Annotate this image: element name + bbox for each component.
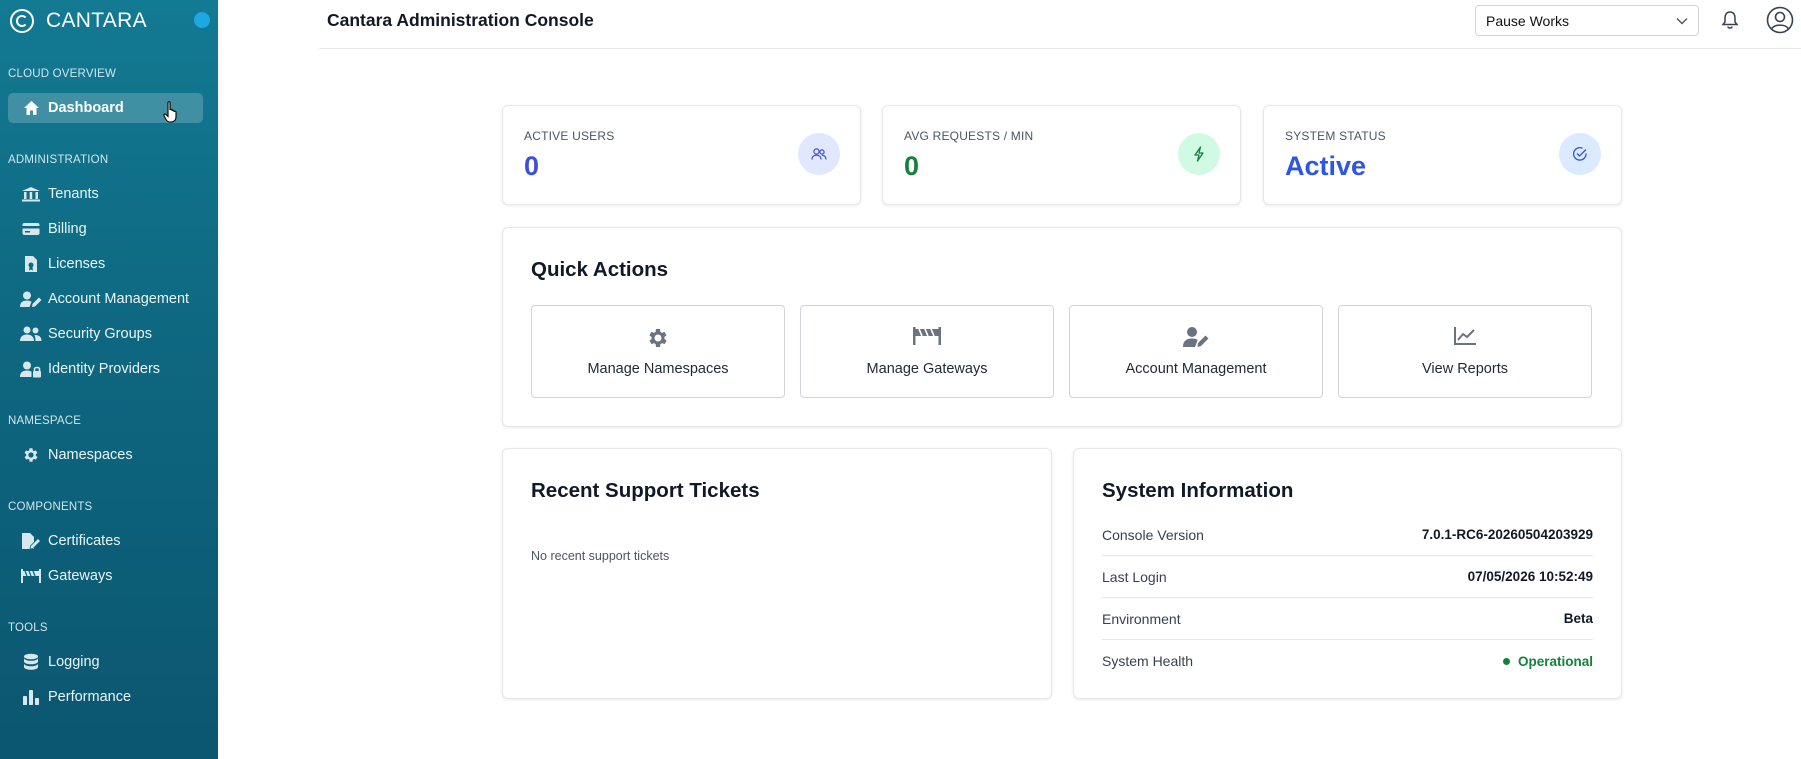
sidebar-item-performance[interactable]: Performance	[8, 682, 203, 712]
user-edit-icon	[20, 290, 42, 308]
sidebar-item-namespaces[interactable]: Namespaces	[8, 440, 203, 470]
stat-card-active-users: ACTIVE USERS 0	[502, 105, 861, 205]
quick-actions-panel: Quick Actions Manage Namespaces Manage G…	[502, 227, 1622, 427]
home-icon	[20, 99, 42, 117]
section-title-namespace: NAMESPACE	[8, 415, 82, 427]
quick-action-label: Account Management	[1125, 361, 1267, 377]
sidebar-item-label: Dashboard	[48, 100, 124, 116]
brand-name: CANTARA	[46, 9, 147, 32]
brand: CANTARA	[10, 8, 210, 34]
status-dot-icon	[194, 12, 210, 28]
info-key: System Health	[1102, 653, 1194, 669]
stat-label: AVG REQUESTS / MIN	[904, 129, 1034, 143]
sidebar-item-label: Tenants	[48, 186, 99, 202]
info-key: Environment	[1102, 610, 1181, 627]
sidebar-item-label: Certificates	[48, 533, 121, 549]
stat-label: SYSTEM STATUS	[1285, 129, 1386, 143]
user-edit-icon	[1070, 326, 1322, 348]
empty-state-message: No recent support tickets	[531, 549, 670, 563]
top-bar: Cantara Administration Console Pause Wor…	[319, 0, 1801, 49]
info-row-environment: Environment Beta	[1102, 598, 1593, 640]
sidebar-item-account-management[interactable]: Account Management	[8, 284, 203, 314]
sidebar-item-label: Account Management	[48, 291, 190, 307]
system-info-panel: System Information Console Version 7.0.1…	[1073, 448, 1622, 699]
sidebar-item-security-groups[interactable]: Security Groups	[8, 319, 203, 349]
info-row-console-version: Console Version 7.0.1-RC6-20260504203929	[1102, 514, 1593, 556]
support-tickets-panel: Recent Support Tickets No recent support…	[502, 448, 1052, 699]
sidebar-item-billing[interactable]: Billing	[8, 214, 203, 244]
chevron-down-icon	[1676, 17, 1688, 24]
bar-chart-icon	[20, 688, 42, 706]
sidebar-item-gateways[interactable]: Gateways	[8, 561, 203, 591]
sidebar-item-logging[interactable]: Logging	[8, 647, 203, 677]
users-icon	[20, 325, 42, 343]
quick-action-label: Manage Gateways	[866, 361, 988, 377]
database-icon	[20, 653, 42, 671]
sidebar-item-label: Gateways	[48, 568, 113, 584]
sidebar: CANTARA CLOUD OVERVIEW Dashboard ADMINIS…	[0, 0, 218, 759]
manage-namespaces-button[interactable]: Manage Namespaces	[531, 305, 785, 398]
info-key: Console Version	[1102, 526, 1204, 543]
quick-action-label: Manage Namespaces	[587, 361, 729, 377]
license-icon	[20, 255, 42, 273]
info-row-system-health: System Health Operational	[1102, 640, 1593, 682]
stat-value: 0	[524, 151, 540, 181]
sidebar-item-label: Billing	[48, 221, 87, 237]
info-value: 7.0.1-RC6-20260504203929	[1421, 527, 1593, 542]
gateway-icon	[20, 567, 42, 585]
stat-value: 0	[904, 151, 920, 181]
status-badge: Operational	[1502, 653, 1593, 669]
sidebar-item-identity-providers[interactable]: Identity Providers	[8, 354, 203, 384]
sidebar-item-certificates[interactable]: Certificates	[8, 526, 203, 556]
sidebar-item-label: Licenses	[48, 256, 106, 272]
bell-icon[interactable]	[1721, 10, 1739, 30]
line-chart-icon	[1339, 326, 1591, 346]
manage-gateways-button[interactable]: Manage Gateways	[800, 305, 1054, 398]
tenant-select-value: Pause Works	[1486, 12, 1569, 29]
sidebar-item-label: Security Groups	[48, 326, 152, 342]
user-avatar-icon[interactable]	[1766, 6, 1794, 34]
section-title-components: COMPONENTS	[8, 501, 93, 513]
system-info-title: System Information	[1102, 479, 1294, 502]
bolt-icon	[1178, 133, 1220, 175]
gear-icon	[20, 446, 42, 464]
info-key: Last Login	[1102, 568, 1167, 585]
sidebar-item-tenants[interactable]: Tenants	[8, 179, 203, 209]
quick-actions-title: Quick Actions	[531, 258, 669, 281]
credit-card-icon	[20, 220, 42, 238]
building-icon	[20, 185, 42, 203]
stat-label: ACTIVE USERS	[524, 129, 615, 143]
info-value: Beta	[1563, 611, 1593, 626]
gateway-icon	[801, 326, 1053, 346]
sidebar-item-licenses[interactable]: Licenses	[8, 249, 203, 279]
section-title-administration: ADMINISTRATION	[8, 154, 109, 166]
section-title-cloud-overview: CLOUD OVERVIEW	[8, 68, 117, 80]
cantara-logo-icon	[10, 9, 34, 33]
sidebar-item-label: Identity Providers	[48, 361, 161, 377]
section-title-tools: TOOLS	[8, 622, 48, 634]
stat-value: Active	[1285, 151, 1367, 181]
check-circle-icon	[1559, 133, 1601, 175]
support-tickets-title: Recent Support Tickets	[531, 479, 760, 502]
user-lock-icon	[20, 360, 42, 378]
info-value: Operational	[1517, 653, 1593, 669]
view-reports-button[interactable]: View Reports	[1338, 305, 1592, 398]
gear-icon	[532, 326, 784, 350]
stat-card-avg-requests: AVG REQUESTS / MIN 0	[882, 105, 1241, 205]
tenant-select[interactable]: Pause Works	[1475, 5, 1699, 36]
pointer-cursor-icon	[163, 101, 177, 123]
info-value: 07/05/2026 10:52:49	[1467, 569, 1593, 584]
sidebar-item-label: Performance	[48, 689, 132, 705]
users-icon	[798, 133, 840, 175]
quick-action-label: View Reports	[1422, 361, 1508, 377]
status-dot-icon	[1502, 657, 1510, 665]
sidebar-item-label: Logging	[48, 654, 100, 670]
account-management-button[interactable]: Account Management	[1069, 305, 1323, 398]
stat-card-system-status: SYSTEM STATUS Active	[1263, 105, 1622, 205]
page-title: Cantara Administration Console	[327, 10, 594, 30]
sidebar-item-label: Namespaces	[48, 447, 133, 463]
info-row-last-login: Last Login 07/05/2026 10:52:49	[1102, 556, 1593, 598]
certificate-icon	[20, 532, 42, 550]
